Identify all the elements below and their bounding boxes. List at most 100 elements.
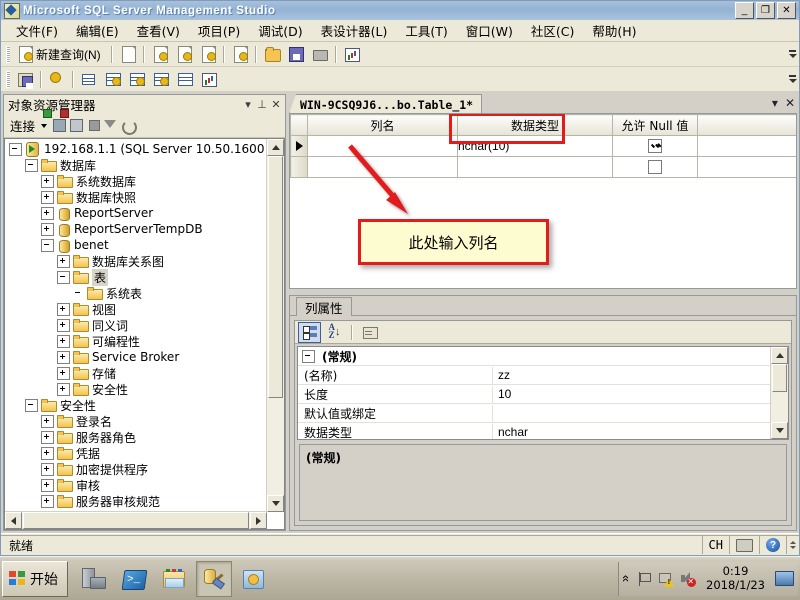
tree-node[interactable]: 服务器角色 <box>9 429 267 445</box>
status-ime-indicator[interactable]: CH <box>701 535 729 554</box>
collapse-icon[interactable] <box>302 349 315 363</box>
tree-node[interactable]: Service Broker <box>9 349 267 365</box>
chevron-down-icon[interactable] <box>41 123 48 128</box>
tree-node[interactable]: 视图 <box>9 301 267 317</box>
tree-node[interactable]: 数据库关系图 <box>9 253 267 269</box>
filter-icon[interactable] <box>103 118 119 134</box>
tree-node[interactable]: 登录名 <box>9 413 267 429</box>
taskbar-ssms-button[interactable] <box>196 560 232 597</box>
property-value[interactable]: nchar <box>493 425 771 439</box>
hscroll-thumb[interactable] <box>23 512 249 529</box>
network-warning-icon[interactable]: ! <box>658 571 675 587</box>
tree-node[interactable]: 加密提供程序 <box>9 461 267 477</box>
panel-pin-icon[interactable]: ⊥ <box>255 98 269 112</box>
property-row[interactable]: 默认值或绑定 <box>298 404 771 423</box>
categorized-button[interactable] <box>298 321 321 343</box>
menu-table-designer[interactable]: 表设计器(L) <box>312 19 397 42</box>
expand-icon[interactable] <box>41 446 54 460</box>
cell-data-type[interactable] <box>457 156 613 178</box>
scroll-thumb[interactable] <box>268 156 283 398</box>
scroll-up-button[interactable] <box>267 139 284 156</box>
column-header-allow-nulls[interactable]: 允许 Null 值 <box>612 114 698 136</box>
menu-file[interactable]: 文件(F) <box>7 19 67 42</box>
panel-close-icon[interactable]: ✕ <box>269 98 283 112</box>
taskbar-explorer-button[interactable] <box>156 561 192 597</box>
collapse-icon[interactable] <box>57 270 70 284</box>
expand-icon[interactable] <box>41 478 54 492</box>
scroll-down-button[interactable] <box>771 422 788 439</box>
tab-dropdown-icon[interactable]: ▾ <box>772 96 778 110</box>
cell-column-name[interactable] <box>307 135 458 157</box>
expand-icon[interactable] <box>57 382 70 396</box>
collapse-icon[interactable] <box>9 142 22 156</box>
tab-close-icon[interactable]: ✕ <box>785 96 795 110</box>
tree-horizontal-scrollbar[interactable] <box>5 511 267 529</box>
check-constraints-button[interactable] <box>126 69 148 90</box>
cell-column-name[interactable] <box>307 156 458 178</box>
expand-icon[interactable] <box>41 430 54 444</box>
allow-nulls-checkbox[interactable] <box>648 139 662 153</box>
new-project-button[interactable] <box>229 44 251 65</box>
database-engine-query-button[interactable] <box>117 44 139 65</box>
menu-view[interactable]: 查看(V) <box>128 19 189 42</box>
property-row[interactable]: 数据类型 nchar <box>298 423 771 439</box>
scroll-left-button[interactable] <box>5 512 22 529</box>
expand-icon[interactable] <box>41 190 54 204</box>
xml-indexes-button[interactable] <box>150 69 172 90</box>
relationships-button[interactable] <box>78 69 100 90</box>
menu-community[interactable]: 社区(C) <box>522 19 583 42</box>
column-header-data-type[interactable]: 数据类型 <box>457 114 613 136</box>
manage-partitions-button[interactable] <box>174 69 196 90</box>
properties-vertical-scrollbar[interactable] <box>770 347 788 439</box>
menu-debug[interactable]: 调试(D) <box>249 19 311 42</box>
expand-icon[interactable] <box>57 334 70 348</box>
expand-icon[interactable] <box>41 174 54 188</box>
expand-icon[interactable] <box>41 462 54 476</box>
collapse-icon[interactable] <box>41 238 54 252</box>
analysis-chart-button[interactable] <box>341 44 363 65</box>
allow-nulls-checkbox[interactable] <box>648 160 662 174</box>
tree-node[interactable]: 192.168.1.1 (SQL Server 10.50.1600 - <box>9 141 267 157</box>
toolbar-overflow-button[interactable] <box>788 44 797 65</box>
tree-vertical-scrollbar[interactable] <box>266 139 284 512</box>
volume-muted-icon[interactable]: ✕ <box>680 571 697 587</box>
tab-table-designer[interactable]: WIN-9CSQ9J6...bo.Table_1* <box>289 94 483 114</box>
expand-icon[interactable] <box>57 350 70 364</box>
properties-pages-button[interactable] <box>198 69 220 90</box>
expand-icon[interactable] <box>41 494 54 508</box>
minimize-button[interactable]: _ <box>735 2 754 19</box>
tree-node[interactable]: 审核 <box>9 477 267 493</box>
tree-node[interactable]: 凭据 <box>9 445 267 461</box>
scroll-right-button[interactable] <box>250 512 267 529</box>
table-row[interactable]: nchar(10) <box>290 135 796 157</box>
property-value[interactable]: 10 <box>493 387 771 401</box>
print-button[interactable] <box>309 44 331 65</box>
menu-window[interactable]: 窗口(W) <box>457 19 522 42</box>
tab-column-properties[interactable]: 列属性 <box>296 297 352 316</box>
save-table-button[interactable] <box>14 69 36 90</box>
tree-node[interactable]: 安全性 <box>9 397 267 413</box>
menu-tools[interactable]: 工具(T) <box>396 19 456 42</box>
property-row[interactable]: (名称) zz <box>298 366 771 385</box>
property-category-row[interactable]: (常规) <box>298 347 771 366</box>
tree-node[interactable]: 数据库 <box>9 157 267 173</box>
properties-grid[interactable]: (常规)(名称)zz长度10默认值或绑定数据类型nchar允许 Null 值是 <box>297 346 789 440</box>
row-current-indicator[interactable] <box>290 135 308 157</box>
scroll-down-button[interactable] <box>267 495 284 512</box>
dmx-query-button[interactable] <box>173 44 195 65</box>
status-resize-grip[interactable] <box>786 535 799 554</box>
panel-minimize-icon[interactable]: ▾ <box>241 98 255 112</box>
xmla-query-button[interactable] <box>197 44 219 65</box>
taskbar-powershell-button[interactable]: >_ <box>116 561 152 597</box>
save-button[interactable] <box>285 44 307 65</box>
property-value[interactable]: zz <box>493 368 771 382</box>
tree-node[interactable]: 服务器审核规范 <box>9 493 267 509</box>
refresh-icon[interactable] <box>120 118 138 135</box>
menu-help[interactable]: 帮助(H) <box>583 19 645 42</box>
tree-node[interactable]: 安全性 <box>9 381 267 397</box>
tree-node[interactable]: 系统数据库 <box>9 173 267 189</box>
menu-edit[interactable]: 编辑(E) <box>67 19 128 42</box>
toolbar-overflow-button[interactable] <box>788 69 797 90</box>
expand-icon[interactable] <box>57 318 70 332</box>
disconnect-icon[interactable] <box>60 108 85 134</box>
